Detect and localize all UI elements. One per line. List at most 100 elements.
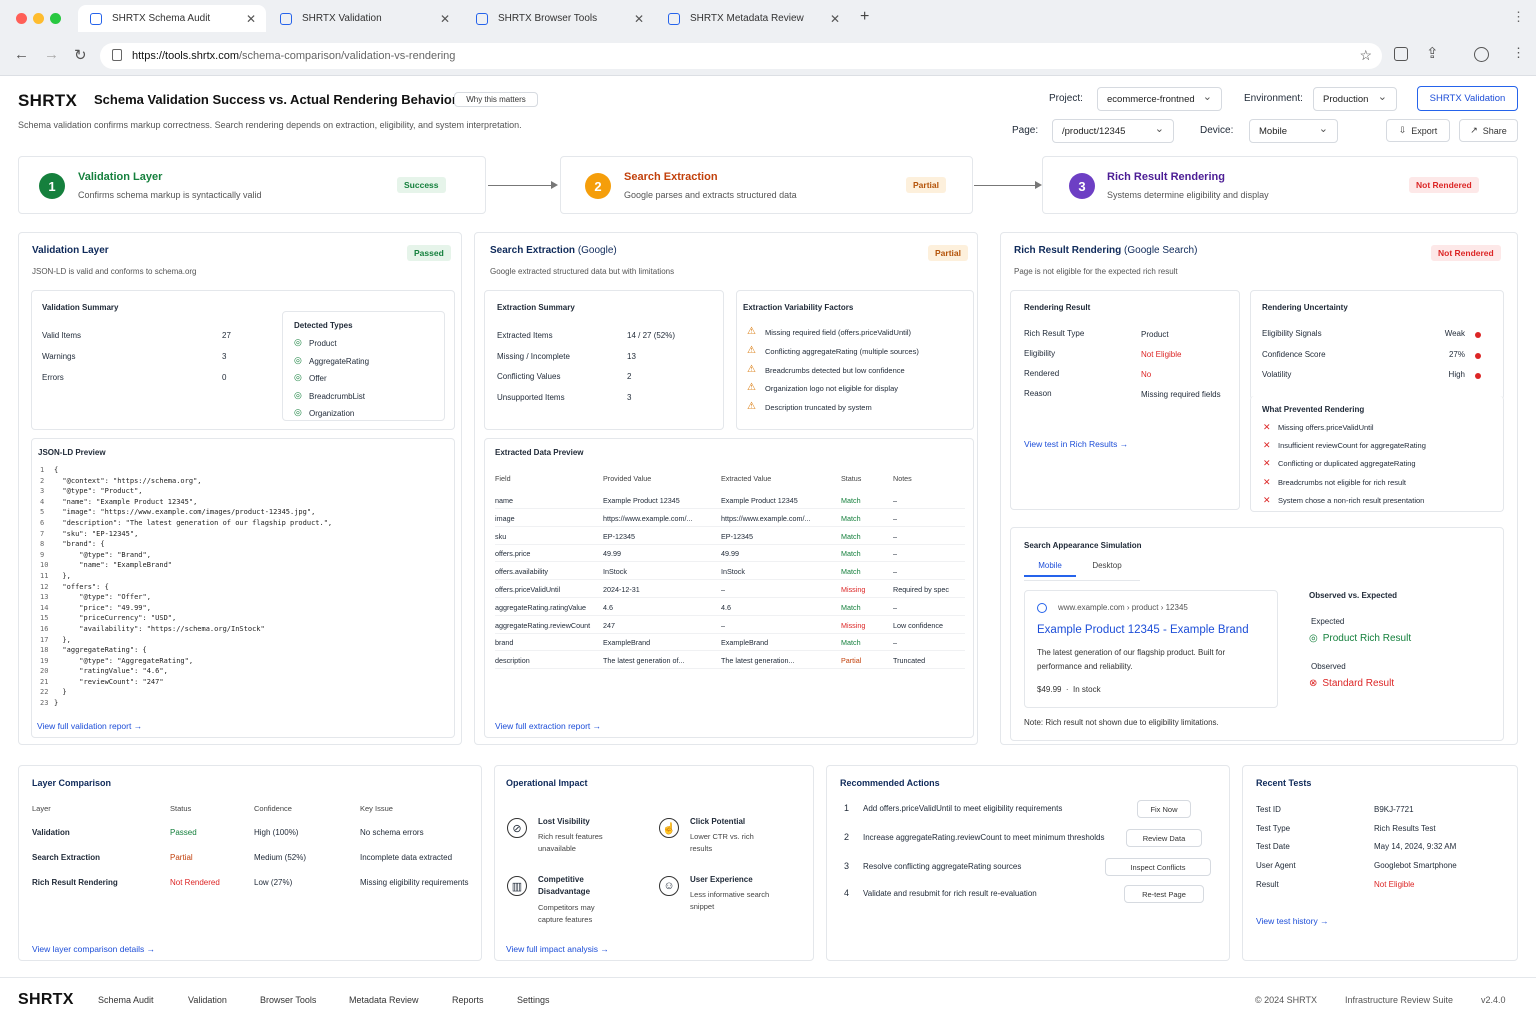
view-extraction-report-link[interactable]: View full extraction report → [495,721,601,731]
summary-key: Unsupported Items [497,392,565,402]
impact-desc: Lower CTR vs. rich results [690,832,754,853]
summary-value: 3 [222,352,227,361]
recommended-actions-title: Recommended Actions [840,778,940,788]
maximize-window-button[interactable] [50,13,61,24]
view-test-history-link[interactable]: View test history → [1256,916,1329,926]
step-status-badge: Partial [906,177,946,193]
tab-desktop[interactable]: Desktop [1079,561,1135,570]
table-cell: aggregateRating.ratingValue [495,602,586,612]
json-ld-preview-card: JSON-LD Preview 1 2 3 4 5 6 7 8 9 10 11 … [31,438,455,738]
arrow-right-icon: → [1119,439,1129,449]
recent-key: Test Date [1256,842,1290,852]
tab-mobile[interactable]: Mobile [1024,561,1076,577]
close-tab-icon[interactable]: ✕ [440,12,450,26]
observed-value-text: Standard Result [1322,678,1395,689]
table-row: offers.availability InStock InStock Match – [495,564,965,581]
footer-nav-settings[interactable]: Settings [517,995,550,1005]
close-tab-icon[interactable]: ✕ [246,12,256,26]
extensions-icon[interactable] [1394,47,1408,61]
footer-nav-browser-tools[interactable]: Browser Tools [260,995,316,1005]
tab-schema-audit[interactable]: SHRTX Schema Audit ✕ [78,5,266,32]
result-value: Product [1141,330,1169,339]
tab-validation[interactable]: SHRTX Validation ✕ [268,5,460,32]
extracted-data-preview-title: Extracted Data Preview [495,448,584,457]
project-select[interactable]: ecommerce-frontned [1097,87,1222,111]
export-button[interactable]: ⇩ Export [1386,119,1450,142]
tab-divider [1024,580,1140,581]
bookmark-star-icon[interactable]: ☆ [1359,47,1372,64]
reload-icon[interactable]: ↻ [74,46,87,64]
new-tab-icon[interactable]: + [860,8,869,26]
why-this-matters-button[interactable]: Why this matters [454,92,538,107]
page-label: Page: [1012,125,1039,136]
close-tab-icon[interactable]: ✕ [634,12,644,26]
extraction-summary-card: Extraction Summary Extracted Items 14 / 2… [484,290,724,430]
profile-icon[interactable] [1474,47,1489,62]
share-icon: ↗ [1470,125,1478,135]
table-row: aggregateRating.reviewCount 247 – Missing Lo… [495,618,965,634]
view-layer-comparison-link[interactable]: View layer comparison details → [32,944,155,954]
serp-title[interactable]: Example Product 12345 - Example Brand [1037,624,1249,636]
footer-nav-validation[interactable]: Validation [188,995,227,1005]
view-impact-analysis-link[interactable]: View full impact analysis → [506,944,609,954]
shrtx-validation-button[interactable]: SHRTX Validation [1417,86,1518,111]
environment-select[interactable]: Production [1313,87,1397,111]
back-icon[interactable]: ← [14,46,29,63]
share-button[interactable]: ↗ Share [1459,119,1518,142]
impact-title: Lost Visibility [538,817,590,826]
table-cell: Missing eligibility requirements [360,878,469,887]
action-number: 3 [844,861,850,871]
action-button[interactable]: Inspect Conflicts [1104,858,1212,876]
page-select[interactable]: /product/12345 [1052,119,1174,143]
brand-logo[interactable]: SHRTX [18,91,77,111]
forward-icon[interactable]: → [44,46,59,63]
table-cell: Match [841,549,861,559]
site-info-icon[interactable] [112,49,122,61]
minimize-window-button[interactable] [33,13,44,24]
close-window-button[interactable] [16,13,27,24]
step-card-rendering[interactable]: 3 Rich Result Rendering Systems determin… [1042,156,1518,214]
table-cell: – [893,638,897,648]
action-button[interactable]: Fix Now [1136,800,1192,818]
layer-comparison-title: Layer Comparison [32,778,112,788]
step-card-extraction[interactable]: 2 Search Extraction Google parses and ex… [560,156,973,214]
view-validation-report-link[interactable]: View full validation report → [37,721,142,731]
panel-title: Search Extraction (Google) [490,245,617,256]
footer-nav-reports[interactable]: Reports [452,995,484,1005]
tab-favicon-icon [668,12,680,25]
detected-types-card: Detected Types ◎ Product ◎ AggregateRating ◎… [282,311,445,421]
table-cell: 49.99 [603,549,621,559]
impact-desc: Competitors may capture features [538,903,595,924]
table-header: Layer [32,804,51,813]
tab-metadata-review[interactable]: SHRTX Metadata Review ✕ [656,5,850,32]
footer-brand[interactable]: SHRTX [18,991,74,1009]
step-title: Search Extraction [624,171,718,183]
share-label: Share [1482,125,1507,136]
check-circle-icon: ◎ [294,337,302,347]
validation-summary-title: Validation Summary [42,303,119,312]
address-bar[interactable]: https://tools.shrtx.com/schema-compariso… [100,43,1382,69]
footer-nav-schema-audit[interactable]: Schema Audit [98,995,154,1005]
footer-nav-metadata-review[interactable]: Metadata Review [349,995,419,1005]
panel-title: Validation Layer [32,245,109,256]
operational-impact-title: Operational Impact [506,778,588,788]
tab-menu-icon[interactable]: ⋮ [1512,9,1525,25]
browser-menu-icon[interactable]: ⋮ [1512,45,1525,61]
table-cell: Match [841,567,861,577]
share-page-icon[interactable]: ⇪ [1426,44,1439,62]
step-card-validation[interactable]: 1 Validation Layer Confirms schema marku… [18,156,486,214]
action-text: Validate and resubmit for rich result re… [863,889,1037,898]
extracted-data-preview-card: Extracted Data Preview Field Provided Val… [484,438,974,738]
table-cell: – [893,602,897,612]
tab-browser-tools[interactable]: SHRTX Browser Tools ✕ [464,5,654,32]
action-button[interactable]: Review Data [1126,829,1202,847]
view-rich-results-test-link[interactable]: View test in Rich Results → [1024,439,1128,449]
table-cell: Medium (52%) [254,853,307,862]
table-row: name Example Product 12345 Example Product… [495,493,965,509]
recent-tests-title: Recent Tests [1256,778,1312,788]
device-select[interactable]: Mobile [1249,119,1338,143]
action-button[interactable]: Re-test Page [1123,885,1205,903]
close-tab-icon[interactable]: ✕ [830,12,840,26]
search-appearance-title: Search Appearance Simulation [1024,541,1142,550]
link-label: View test history [1256,916,1318,926]
